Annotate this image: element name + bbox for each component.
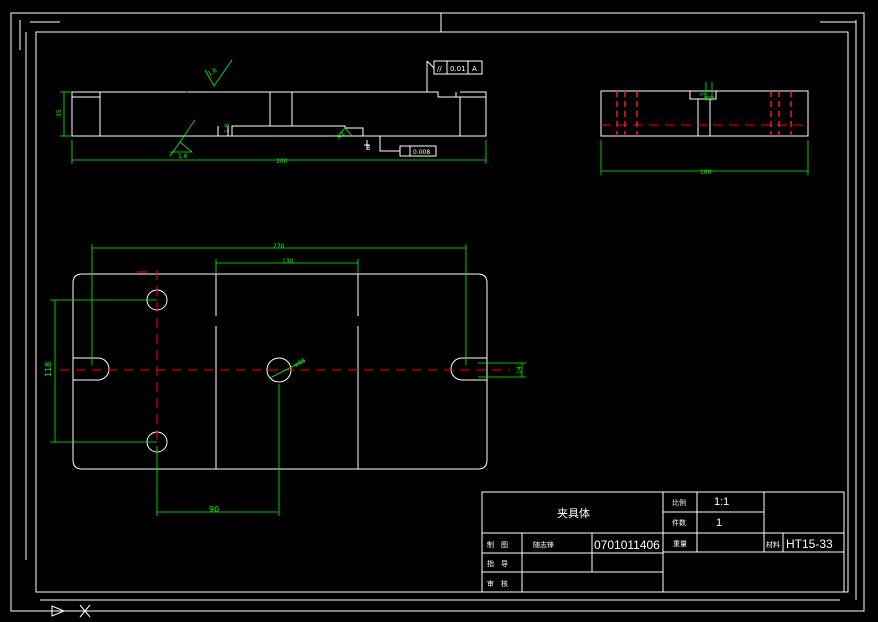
top-offset-dim: 90 — [209, 505, 219, 514]
top-hole-dim: ⌀68 — [294, 357, 307, 369]
qty-label: 件数 — [672, 518, 686, 527]
sheet-border — [10, 12, 865, 612]
material-label: 材料 — [766, 540, 780, 549]
front-view-labels: 35 300 1.6 1.6 1.6 3.2 // 0.01 A 0.008 B — [56, 65, 477, 165]
top-vertical-dim: 118 — [44, 362, 53, 377]
tol-parallel-datum: A — [472, 65, 477, 73]
roughness-step: 1.6 — [224, 123, 231, 133]
side-width-dim: 160 — [700, 169, 712, 176]
drawing-sheet: 35 300 1.6 1.6 1.6 3.2 // 0.01 A 0.008 B… — [10, 12, 865, 618]
designer-name: 随志锋 — [533, 540, 554, 549]
front-height-dim: 35 — [56, 109, 63, 117]
scale-value: 1:1 — [714, 496, 729, 508]
scale-label: 比例 — [672, 498, 686, 507]
top-view-labels: 270 130 118 90 ⌀68 14 — [44, 243, 523, 514]
top-center-dim: 130 — [282, 258, 294, 265]
draw-label: 制 图 — [487, 540, 508, 549]
guide-label: 指 导 — [487, 559, 508, 568]
datum-mark: B — [366, 145, 370, 152]
tol-parallel-symbol: // — [437, 65, 442, 73]
roughness-bottom: 1.6 — [178, 153, 188, 160]
front-length-dim: 300 — [276, 158, 288, 165]
title-block-labels: 夹具体 比例 1:1 件数 1 制 图 随志锋 0701011406 重量 材料… — [487, 496, 833, 588]
side-slot-dim: 5 — [700, 92, 707, 96]
top-view — [50, 244, 526, 516]
student-number: 0701011406 — [594, 538, 660, 552]
tol-parallel-value: 0.01 — [450, 65, 466, 73]
top-span-dim: 270 — [273, 243, 285, 250]
top-slot-dim: 14 — [516, 366, 523, 374]
weight-label: 重量 — [673, 540, 687, 548]
material-value: HT15-33 — [786, 537, 833, 551]
roughness-top: 1.6 — [207, 67, 219, 78]
qty-value: 1 — [716, 517, 722, 529]
tol-flat-value: 0.008 — [413, 149, 430, 156]
part-name: 夹具体 — [557, 506, 590, 520]
roughness-small: 3.2 — [335, 130, 347, 142]
review-label: 审 核 — [487, 579, 508, 588]
